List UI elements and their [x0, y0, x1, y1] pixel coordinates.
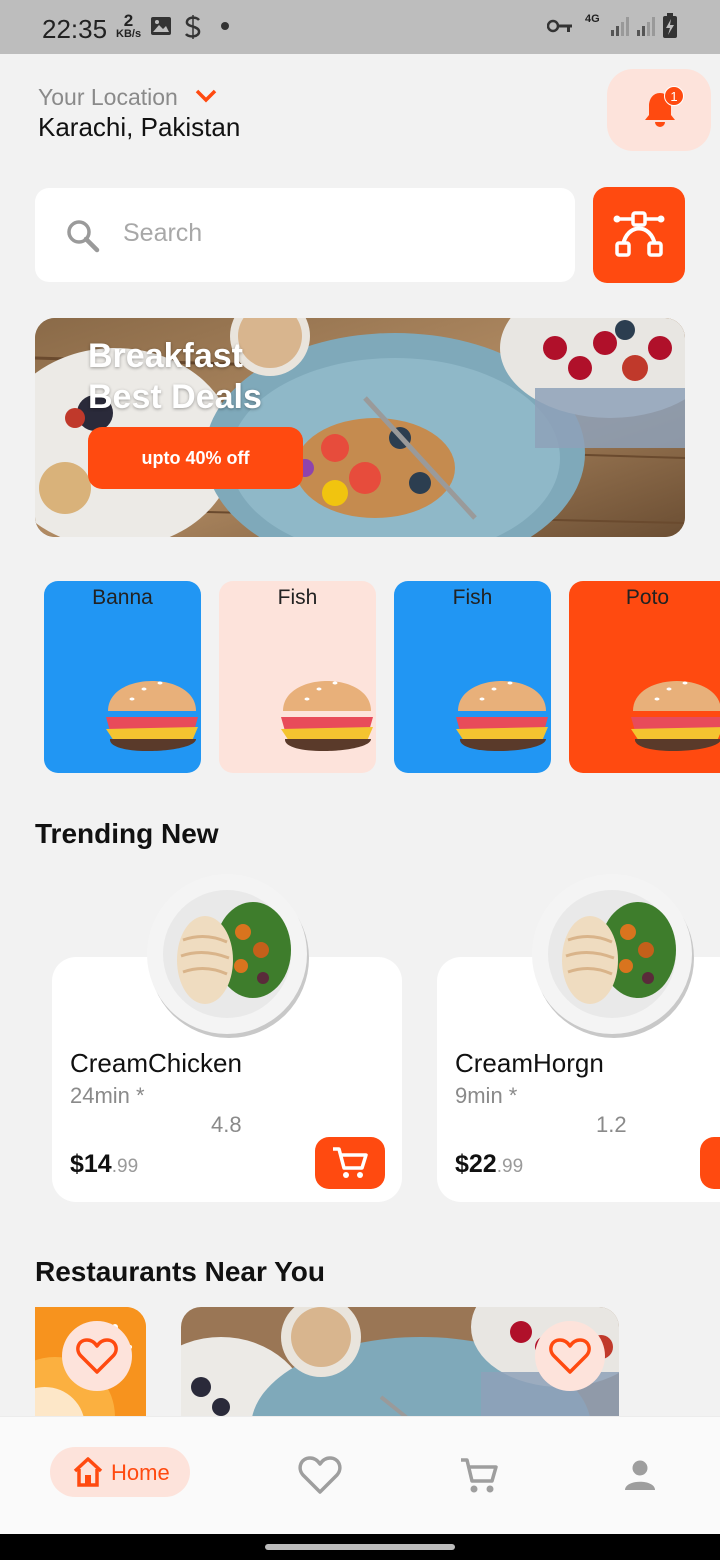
location-label: Your Location [38, 84, 178, 110]
burger-icon [631, 681, 720, 752]
person-icon[interactable] [624, 1459, 656, 1491]
food-plate-image [532, 874, 694, 1038]
heart-icon [76, 1338, 118, 1374]
trending-item-name: CreamHorgn [455, 1048, 604, 1078]
banner-offer-button[interactable]: upto 40% off [88, 427, 303, 489]
burger-icon [281, 681, 373, 752]
restaurants-title: Restaurants Near You [35, 1256, 325, 1287]
dot-icon [221, 22, 229, 30]
category-card[interactable]: Fish [394, 581, 551, 773]
banner-title: Breakfast Best Deals [88, 336, 262, 418]
cart-icon[interactable] [459, 1457, 499, 1495]
location-value: Karachi, Pakistan [38, 112, 241, 142]
heart-icon[interactable] [298, 1455, 342, 1495]
network-speed: 2 KB/s [116, 12, 141, 40]
chevron-down-icon[interactable] [194, 86, 218, 106]
network-speed-value: 2 [123, 11, 134, 30]
app-s-icon [185, 15, 201, 39]
banner-title-line2: Best Deals [88, 378, 262, 416]
signal-icon [611, 17, 629, 36]
home-icon [73, 1457, 103, 1487]
add-to-cart-button[interactable] [700, 1137, 720, 1189]
burger-icon [456, 681, 548, 752]
status-time: 22:35 [42, 14, 108, 44]
trending-item-name: CreamChicken [70, 1048, 242, 1078]
trending-item-time: 9min * [455, 1083, 518, 1108]
trending-item-rating: 1.2 [596, 1112, 627, 1137]
category-card[interactable]: Fish [219, 581, 376, 773]
nav-home[interactable]: Home [50, 1447, 190, 1497]
price-main: $14 [70, 1150, 112, 1178]
category-label: Poto [625, 586, 670, 609]
trending-item-price: $14.99 [70, 1150, 138, 1179]
battery-charging-icon [663, 13, 677, 38]
search-input[interactable] [123, 212, 543, 254]
trending-title: Trending New [35, 818, 219, 849]
burger-icon [106, 681, 198, 752]
food-plate-image [147, 874, 309, 1038]
notification-badge: 1 [664, 86, 684, 106]
filter-button[interactable] [593, 187, 685, 283]
price-cents: .99 [496, 1156, 524, 1177]
status-bar: 22:35 2 KB/s 4G [0, 0, 720, 54]
bottom-navigation: Home [0, 1416, 720, 1534]
gallery-icon [151, 17, 171, 35]
notification-button[interactable] [607, 69, 711, 151]
nav-home-label: Home [111, 1460, 170, 1485]
price-main: $22 [455, 1150, 497, 1178]
category-label: Fish [277, 586, 318, 609]
system-navigation-bar [0, 1534, 720, 1560]
network-speed-unit: KB/s [116, 28, 142, 40]
network-type: 4G [585, 13, 600, 25]
home-gesture-handle[interactable] [265, 1544, 455, 1550]
search-bar[interactable] [35, 188, 575, 282]
category-card[interactable]: Poto [569, 581, 720, 773]
category-label: Fish [452, 586, 493, 609]
trending-item-time: 24min * [70, 1083, 145, 1108]
heart-icon [549, 1338, 591, 1374]
add-to-cart-button[interactable] [315, 1137, 385, 1189]
favorite-button[interactable] [62, 1321, 132, 1391]
category-card[interactable]: Banna [44, 581, 201, 773]
category-label: Banna [92, 586, 153, 609]
search-icon [67, 220, 100, 253]
bezier-curve-icon [613, 211, 665, 257]
vpn-key-icon [547, 19, 572, 33]
banner-title-line1: Breakfast [88, 337, 243, 375]
trending-item-price: $22.99 [455, 1150, 523, 1179]
signal-icon [637, 17, 655, 36]
cart-icon [333, 1147, 368, 1178]
favorite-button[interactable] [535, 1321, 605, 1391]
price-cents: .99 [111, 1156, 139, 1177]
trending-item-rating: 4.8 [211, 1112, 242, 1137]
